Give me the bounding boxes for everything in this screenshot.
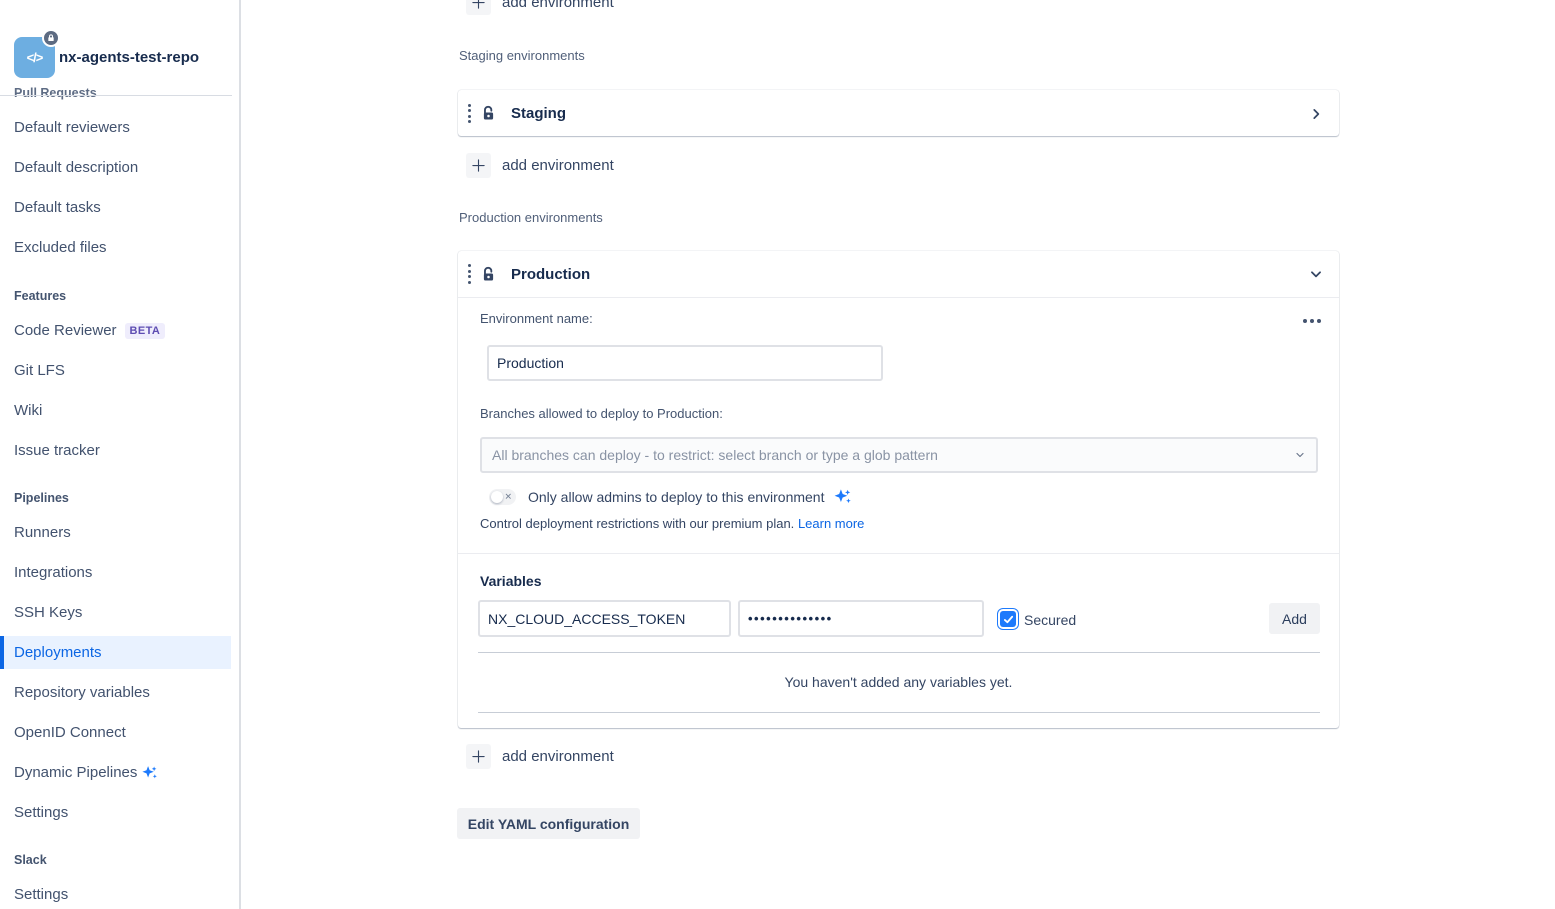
add-environment-button-top[interactable]: add environment — [466, 0, 614, 15]
sidebar: </> nx-agents-test-repo Pull Requests De… — [0, 0, 240, 909]
section-divider — [458, 553, 1339, 554]
unlock-icon — [480, 266, 497, 283]
nav-heading-slack: Slack — [14, 853, 47, 867]
sidebar-item-code-reviewer[interactable]: Code Reviewer BETA — [14, 322, 165, 339]
edit-yaml-configuration-button[interactable]: Edit YAML configuration — [457, 808, 640, 839]
plus-icon — [466, 153, 491, 178]
sidebar-item-git-lfs[interactable]: Git LFS — [14, 362, 65, 379]
add-environment-button-production[interactable]: add environment — [466, 744, 614, 769]
staging-environment-card: Staging — [458, 90, 1339, 136]
sidebar-item-deployments[interactable]: Deployments — [0, 636, 231, 669]
drag-handle-icon[interactable] — [458, 104, 471, 124]
add-variable-button[interactable]: Add — [1269, 603, 1320, 634]
chevron-down-icon — [1309, 267, 1323, 281]
admins-only-toggle-row: ✕ Only allow admins to deploy to this en… — [489, 487, 852, 506]
variables-empty-message: You haven't added any variables yet. — [458, 674, 1339, 690]
x-mark-icon: ✕ — [504, 492, 512, 501]
more-options-button[interactable] — [1299, 315, 1325, 327]
sparkle-icon — [141, 764, 158, 781]
production-environment-card: Production Environment name: Branches al… — [458, 251, 1339, 728]
sidebar-item-label: Deployments — [14, 644, 102, 661]
beta-badge: BETA — [125, 323, 166, 339]
lock-icon — [47, 34, 55, 42]
add-environment-label: add environment — [502, 157, 614, 174]
admins-only-toggle-label: Only allow admins to deploy to this envi… — [528, 489, 824, 505]
branches-select[interactable]: All branches can deploy - to restrict: s… — [480, 437, 1318, 473]
branches-select-placeholder: All branches can deploy - to restrict: s… — [492, 447, 938, 463]
premium-plan-text: Control deployment restrictions with our… — [480, 516, 864, 531]
production-section-label: Production environments — [459, 210, 603, 225]
add-environment-label: add environment — [502, 0, 614, 11]
sparkle-icon — [833, 487, 852, 506]
variables-divider — [478, 712, 1320, 713]
variables-heading: Variables — [480, 573, 542, 589]
environment-name: Production — [511, 266, 590, 283]
add-environment-label: add environment — [502, 748, 614, 765]
sidebar-item-openid-connect[interactable]: OpenID Connect — [14, 724, 126, 741]
sidebar-right-border — [239, 0, 241, 909]
environment-name-label: Environment name: — [480, 311, 593, 326]
nav-heading-pull-requests: Pull Requests — [14, 86, 97, 100]
environment-name: Staging — [511, 105, 566, 122]
sidebar-item-wiki[interactable]: Wiki — [14, 402, 42, 419]
environment-name-input[interactable] — [487, 345, 883, 381]
sidebar-item-issue-tracker[interactable]: Issue tracker — [14, 442, 100, 459]
sidebar-item-slack-settings[interactable]: Settings — [14, 886, 68, 903]
learn-more-link[interactable]: Learn more — [798, 516, 864, 531]
nav-heading-pipelines: Pipelines — [14, 491, 69, 505]
branches-label: Branches allowed to deploy to Production… — [480, 406, 723, 421]
variable-name-input[interactable] — [478, 600, 731, 637]
sidebar-item-excluded-files[interactable]: Excluded files — [14, 239, 107, 256]
sidebar-item-integrations[interactable]: Integrations — [14, 564, 92, 581]
plus-icon — [466, 744, 491, 769]
plus-icon — [466, 0, 491, 15]
sidebar-item-default-tasks[interactable]: Default tasks — [14, 199, 101, 216]
deployments-settings-page: </> nx-agents-test-repo Pull Requests De… — [0, 0, 1555, 909]
sidebar-item-pipelines-settings[interactable]: Settings — [14, 804, 68, 821]
sidebar-item-label: Dynamic Pipelines — [14, 764, 137, 781]
check-icon — [1003, 614, 1014, 625]
staging-environment-header[interactable]: Staging — [458, 90, 1339, 137]
secured-label: Secured — [1024, 612, 1076, 628]
unlock-icon — [480, 105, 497, 122]
admins-only-toggle[interactable]: ✕ — [489, 489, 516, 505]
variable-value-input[interactable] — [738, 600, 984, 637]
secured-checkbox[interactable] — [1000, 611, 1016, 627]
sidebar-item-dynamic-pipelines[interactable]: Dynamic Pipelines — [14, 764, 158, 781]
add-environment-button-staging[interactable]: add environment — [466, 153, 614, 178]
staging-section-label: Staging environments — [459, 48, 585, 63]
sidebar-item-runners[interactable]: Runners — [14, 524, 71, 541]
sidebar-item-default-description[interactable]: Default description — [14, 159, 138, 176]
chevron-down-icon — [1294, 449, 1306, 461]
variables-divider — [478, 652, 1320, 653]
production-environment-header[interactable]: Production — [458, 251, 1339, 298]
sidebar-item-ssh-keys[interactable]: SSH Keys — [14, 604, 82, 621]
sidebar-item-repository-variables[interactable]: Repository variables — [14, 684, 150, 701]
nav-heading-features: Features — [14, 289, 66, 303]
sidebar-item-label: Code Reviewer — [14, 322, 117, 339]
repo-name: nx-agents-test-repo — [59, 49, 199, 66]
private-repo-badge — [42, 29, 60, 47]
toggle-knob — [491, 491, 503, 503]
drag-handle-icon[interactable] — [458, 264, 471, 284]
sidebar-divider — [0, 95, 232, 96]
chevron-right-icon — [1309, 107, 1323, 121]
code-icon: </> — [27, 50, 43, 65]
sidebar-item-default-reviewers[interactable]: Default reviewers — [14, 119, 130, 136]
